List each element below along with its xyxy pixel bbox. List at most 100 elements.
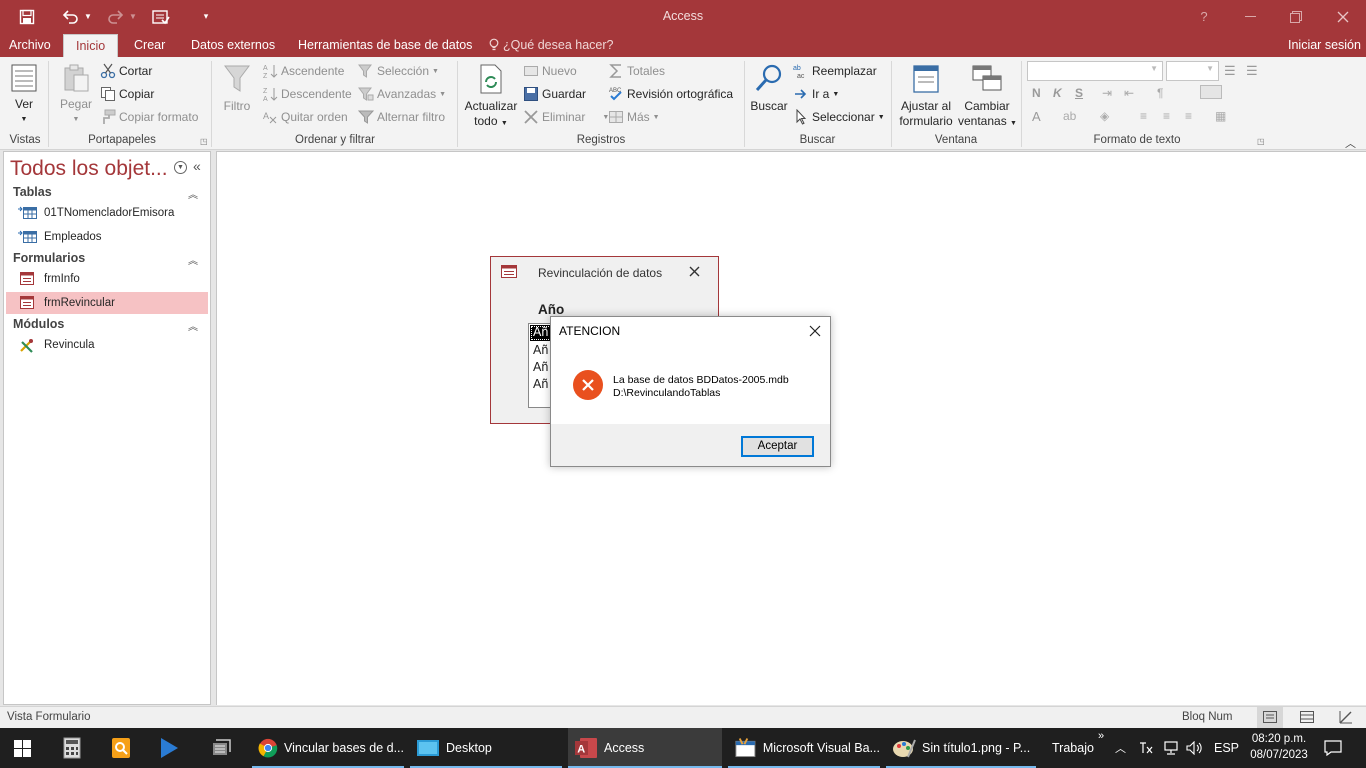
taskbar-item-access[interactable]: A Access [568, 728, 722, 768]
font-name-combo[interactable]: ▼ [1027, 61, 1163, 81]
mas-button[interactable]: Más ▼ [608, 109, 660, 125]
start-icon[interactable] [14, 728, 36, 768]
section-modulos[interactable]: Módulos [13, 317, 64, 331]
nav-header-title[interactable]: Todos los objet... [10, 157, 168, 181]
align-center-icon[interactable]: ≡ [1163, 109, 1170, 123]
tray-chevron-icon[interactable]: ︿ [1115, 728, 1129, 768]
file-manager-icon[interactable] [210, 728, 234, 768]
ver-button[interactable]: Ver ▼ [8, 63, 40, 127]
notifications-icon[interactable] [1324, 728, 1344, 768]
font-color-icon[interactable]: A [1032, 109, 1041, 124]
language-indicator[interactable]: ESP [1214, 728, 1239, 768]
font-size-combo[interactable]: ▼ [1166, 61, 1219, 81]
totales-button[interactable]: Totales [608, 63, 665, 79]
ir-a-button[interactable]: Ir a ▼ [793, 86, 839, 102]
reemplazar-button[interactable]: ab ac Reemplazar [793, 63, 877, 79]
list-item[interactable]: Añ [533, 360, 548, 374]
nav-item-table[interactable]: Empleados [6, 226, 208, 248]
section-modulos-collapse-icon[interactable]: ︽ [188, 318, 198, 333]
copiar-button[interactable]: Copiar [100, 86, 154, 102]
alternar-filtro-button[interactable]: Alternar filtro [358, 109, 445, 125]
bold-button[interactable]: N [1032, 86, 1041, 100]
tab-datos-externos[interactable]: Datos externos [191, 33, 275, 57]
form-close-icon[interactable] [689, 266, 700, 277]
fill-color-icon[interactable]: ◈ [1100, 109, 1109, 123]
toolbar-overflow-icon[interactable]: » [1098, 730, 1104, 742]
formato-launcher-icon[interactable]: ◳ [1257, 137, 1265, 146]
list-item[interactable]: Añ [533, 377, 548, 391]
cortar-button[interactable]: Cortar [100, 63, 152, 79]
taskbar-item-desktop[interactable]: Desktop [410, 728, 562, 768]
indent-increase-icon[interactable]: ⇥ [1102, 86, 1112, 100]
clock[interactable]: 08:20 p.m. 08/07/2023 [1247, 731, 1311, 763]
layout-view-icon[interactable] [1300, 711, 1314, 723]
ascendente-button[interactable]: AZ Ascendente [262, 63, 344, 79]
section-tablas-collapse-icon[interactable]: ︽ [188, 186, 198, 201]
cambiar-ventanas-button[interactable]: Cambiar ventanas ▼ [958, 63, 1017, 131]
input-method-icon[interactable] [1138, 728, 1156, 768]
underline-button[interactable]: S [1075, 86, 1083, 100]
aceptar-button[interactable]: Aceptar [741, 436, 814, 457]
quitar-orden-button[interactable]: A Quitar orden [262, 109, 348, 125]
descendente-button[interactable]: ZA Descendente [262, 86, 352, 102]
sign-in-link[interactable]: Iniciar sesión [1288, 33, 1361, 57]
taskbar-item-vba[interactable]: Microsoft Visual Ba... [728, 728, 880, 768]
taskbar-item-chrome[interactable]: Vincular bases de d... [252, 728, 404, 768]
align-left-icon[interactable]: ≡ [1140, 109, 1147, 123]
gridlines-icon[interactable] [1200, 85, 1222, 99]
pegar-button[interactable]: Pegar ▼ [58, 63, 94, 127]
paragraph-direction-icon[interactable]: ¶ [1157, 86, 1163, 100]
font-dropdown-icon[interactable]: ▼ [1150, 64, 1158, 73]
size-dropdown-icon[interactable]: ▼ [1206, 64, 1214, 73]
calculator-icon[interactable] [63, 728, 87, 768]
filtro-button[interactable]: Filtro [220, 63, 254, 114]
media-player-icon[interactable] [159, 728, 183, 768]
minimize-icon[interactable] [1240, 0, 1260, 33]
eliminar-button[interactable]: Eliminar ▼ [523, 109, 609, 125]
section-tablas[interactable]: Tablas [13, 185, 52, 199]
numbering-icon[interactable]: ☰ [1246, 63, 1258, 79]
collapse-pane-icon[interactable]: « [193, 158, 201, 174]
help-icon[interactable]: ? [1194, 0, 1214, 33]
seleccionar-button[interactable]: Seleccionar ▼ [793, 109, 885, 125]
tab-herramientas[interactable]: Herramientas de base de datos [298, 33, 472, 57]
highlight-icon[interactable]: ab [1063, 109, 1076, 123]
tab-crear[interactable]: Crear [134, 33, 165, 57]
section-formularios[interactable]: Formularios [13, 251, 85, 265]
ajustar-formulario-button[interactable]: Ajustar al formulario [896, 63, 956, 129]
volume-icon[interactable] [1186, 728, 1206, 768]
alert-close-icon[interactable] [809, 325, 821, 337]
nav-item-form[interactable]: frmInfo [6, 268, 208, 290]
copiar-formato-button[interactable]: Copiar formato [100, 109, 198, 125]
guardar-button[interactable]: Guardar [523, 86, 586, 102]
close-icon[interactable] [1333, 0, 1353, 33]
section-formularios-collapse-icon[interactable]: ︽ [188, 252, 198, 267]
tab-archivo[interactable]: Archivo [9, 33, 51, 57]
portapapeles-launcher-icon[interactable]: ◳ [200, 137, 208, 146]
avanzadas-button[interactable]: Avanzadas ▼ [358, 86, 446, 102]
alt-row-color-icon[interactable]: ▦ [1215, 109, 1226, 123]
nuevo-button[interactable]: Nuevo [523, 63, 577, 79]
design-view-icon[interactable] [1339, 710, 1353, 724]
italic-button[interactable]: K [1053, 86, 1062, 100]
nav-item-table[interactable]: 01TNomencladorEmisora [6, 202, 208, 224]
nav-menu-icon[interactable]: ▼ [174, 161, 187, 174]
nav-item-module[interactable]: Revincula [6, 334, 208, 356]
toolbar-trabajo[interactable]: Trabajo [1052, 728, 1094, 768]
align-right-icon[interactable]: ≡ [1185, 109, 1192, 123]
network-icon[interactable] [1162, 728, 1182, 768]
actualizar-todo-button[interactable]: Actualizar todo ▼ [463, 63, 519, 131]
bullets-icon[interactable]: ☰ [1224, 63, 1236, 79]
nav-item-form-selected[interactable]: frmRevincular [6, 292, 208, 314]
collapse-ribbon-icon[interactable]: ︿ [1345, 135, 1356, 151]
form-view-button[interactable] [1257, 707, 1283, 728]
indent-decrease-icon[interactable]: ⇤ [1124, 86, 1134, 100]
seleccion-button[interactable]: Selección ▼ [358, 63, 439, 79]
taskbar-item-paint[interactable]: Sin título1.png - P... [886, 728, 1036, 768]
revision-button[interactable]: ABC Revisión ortográfica [608, 86, 733, 102]
search-app-icon[interactable] [111, 728, 135, 768]
tab-inicio[interactable]: Inicio [63, 34, 119, 58]
tell-me-search[interactable]: ¿Qué desea hacer? [489, 33, 614, 57]
list-item[interactable]: Añ [533, 343, 548, 357]
buscar-button[interactable]: Buscar [750, 63, 788, 114]
